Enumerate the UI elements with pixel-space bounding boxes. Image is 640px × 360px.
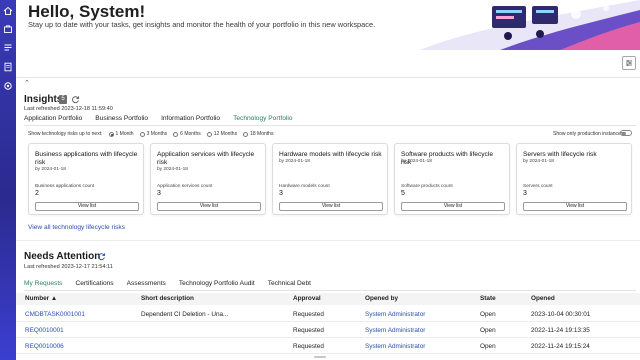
card-count: 3 — [157, 190, 161, 197]
approval-cell: Requested — [293, 311, 324, 318]
card-title: Hardware models with lifecycle risk — [279, 151, 382, 158]
view-list-button[interactable]: View list — [401, 202, 505, 211]
opened-cell: 2022-11-24 19:15:24 — [531, 343, 590, 350]
sliders-icon — [626, 60, 632, 66]
document-icon[interactable] — [3, 62, 13, 72]
card-servers: Servers with lifecycle risk by 2024-01-1… — [516, 143, 632, 215]
state-cell: Open — [480, 343, 496, 350]
opened-by-link[interactable]: System Administrator — [365, 343, 425, 350]
gear-icon[interactable] — [3, 81, 13, 91]
radio-1-month[interactable]: 1 Month — [108, 131, 134, 137]
left-nav-rail — [0, 0, 16, 360]
request-number-link[interactable]: CMDBTASK0001001 — [25, 311, 85, 318]
card-count-label: Software products count — [401, 184, 453, 189]
approval-cell: Requested — [293, 343, 324, 350]
risk-period-label: Show technology risks up to next: — [28, 131, 103, 137]
home-icon[interactable] — [3, 6, 13, 16]
view-list-button[interactable]: View list — [157, 202, 261, 211]
column-opened-by[interactable]: Opened by — [365, 295, 398, 302]
short-description-cell: Dependent CI Deletion - Una... — [141, 311, 229, 318]
card-title: Application services with lifecycle risk — [157, 151, 255, 166]
resize-handle[interactable] — [314, 356, 326, 358]
card-hardware-models: Hardware models with lifecycle risk by 2… — [272, 143, 388, 215]
card-application-services: Application services with lifecycle risk… — [150, 143, 266, 215]
workspace-toolbar — [16, 50, 640, 78]
radio-3-months[interactable]: 3 Months — [139, 131, 167, 137]
state-cell: Open — [480, 327, 496, 334]
tabs-divider — [24, 125, 636, 126]
card-count: 2 — [35, 190, 39, 197]
card-date: by 2024-01-18 — [157, 167, 188, 172]
radio-18-months[interactable]: 18 Months — [243, 131, 273, 137]
approval-cell: Requested — [293, 327, 324, 334]
opened-cell: 2022-11-24 19:13:35 — [531, 327, 590, 334]
card-date: by 2024-01-18 — [523, 159, 554, 164]
opened-by-link[interactable]: System Administrator — [365, 327, 425, 334]
view-list-button[interactable]: View list — [523, 202, 627, 211]
column-number[interactable]: Number ▲ — [25, 295, 57, 302]
column-short-description[interactable]: Short description — [141, 295, 194, 302]
request-number-link[interactable]: REQ0010006 — [25, 343, 64, 350]
insights-count-badge: 5 — [59, 95, 67, 104]
insights-last-refreshed: Last refreshed 2023-12-18 11:59:40 — [24, 106, 113, 112]
view-list-button[interactable]: View list — [279, 202, 383, 211]
tabs-divider — [24, 290, 636, 291]
radio-6-months[interactable]: 6 Months — [173, 131, 201, 137]
hero-illustration — [420, 0, 640, 50]
column-opened[interactable]: Opened — [531, 295, 555, 302]
card-date: by 2024-01-18 — [279, 159, 310, 164]
refresh-icon[interactable] — [97, 252, 106, 261]
card-business-applications: Business applications with lifecycle ris… — [28, 143, 144, 215]
hero-banner: Hello, System! Stay up to date with your… — [16, 0, 640, 50]
card-count: 3 — [279, 190, 283, 197]
section-divider — [16, 240, 640, 241]
page-greeting: Hello, System! — [28, 2, 146, 21]
card-title: Servers with lifecycle risk — [523, 151, 597, 158]
card-count-label: Business applications count — [35, 184, 95, 189]
card-count: 5 — [401, 190, 405, 197]
card-count-label: Servers count — [523, 184, 553, 189]
view-list-button[interactable]: View list — [35, 202, 139, 211]
collapse-chevron-icon[interactable]: ⌃ — [24, 79, 30, 87]
radio-12-months[interactable]: 12 Months — [206, 131, 237, 137]
production-only-label: Show only production instances — [553, 131, 624, 137]
view-all-lifecycle-risks-link[interactable]: View all technology lifecycle risks — [28, 224, 125, 231]
state-cell: Open — [480, 311, 496, 318]
card-title: Business applications with lifecycle ris… — [35, 151, 138, 166]
settings-sliders-button[interactable] — [622, 56, 636, 70]
insights-title: Insights — [24, 94, 63, 105]
request-number-link[interactable]: REQ0010001 — [25, 327, 64, 334]
page-subtitle: Stay up to date with your tasks, get ins… — [28, 20, 376, 29]
card-count: 3 — [523, 190, 527, 197]
needs-attention-title: Needs Attention — [24, 251, 101, 262]
refresh-icon[interactable] — [71, 95, 80, 104]
production-only-toggle[interactable] — [620, 130, 632, 136]
risk-period-selector: Show technology risks up to next: 1 Mont… — [28, 131, 273, 137]
list-icon[interactable] — [3, 43, 13, 53]
opened-cell: 2023-10-04 00:30:01 — [531, 311, 591, 318]
column-approval[interactable]: Approval — [293, 295, 321, 302]
card-date: by 2024-01-18 — [35, 167, 66, 172]
briefcase-icon[interactable] — [3, 24, 13, 34]
opened-by-link[interactable]: System Administrator — [365, 311, 425, 318]
card-count-label: Application services count — [157, 184, 213, 189]
card-date: by 2024-01-18 — [401, 159, 432, 164]
card-software-products: Software products with lifecycle risk by… — [394, 143, 510, 215]
needs-attention-last-refreshed: Last refreshed 2023-12-17 21:54:11 — [24, 264, 113, 270]
card-count-label: Hardware models count — [279, 184, 330, 189]
column-state[interactable]: State — [480, 295, 496, 302]
